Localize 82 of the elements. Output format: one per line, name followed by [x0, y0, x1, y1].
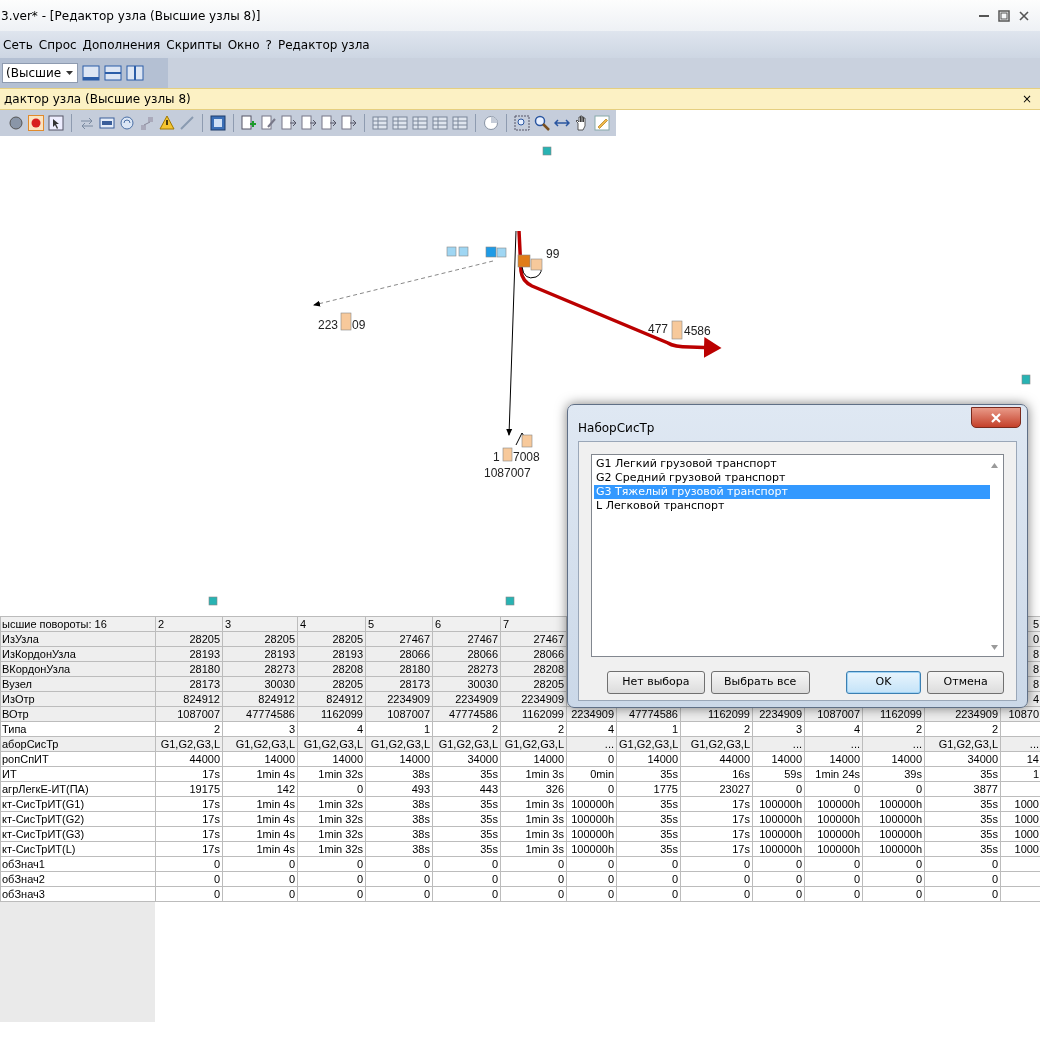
cursor-icon[interactable] [48, 115, 64, 131]
grid-icon[interactable] [392, 115, 408, 131]
node-square[interactable] [530, 258, 543, 271]
column-header: 7 [500, 616, 567, 632]
scroll-down-icon[interactable] [991, 645, 998, 650]
image-icon[interactable] [210, 115, 226, 131]
column-header: 4 [297, 616, 366, 632]
warning-icon[interactable] [159, 115, 175, 131]
node-square[interactable] [517, 254, 531, 268]
search-icon[interactable] [534, 115, 550, 131]
menu-item[interactable]: Сеть [0, 35, 36, 54]
node-square[interactable] [496, 247, 507, 258]
view-dropdown[interactable]: (Высшие [2, 63, 79, 83]
panel-icon[interactable] [99, 115, 115, 131]
dialog-title: НаборСисТр [578, 420, 655, 437]
node-square[interactable] [505, 596, 515, 606]
node-label: 7008 [513, 450, 540, 464]
node-square[interactable] [458, 246, 469, 257]
close-button[interactable]: × [1017, 90, 1036, 108]
node-square[interactable] [485, 246, 497, 258]
node-square[interactable] [446, 246, 457, 257]
dialog-button[interactable]: Нет выбора [607, 671, 705, 694]
close-icon [1019, 10, 1029, 21]
grid-icon[interactable] [412, 115, 428, 131]
node-label: 4586 [684, 324, 711, 338]
grid-icon[interactable] [432, 115, 448, 131]
minimize-icon [979, 14, 989, 17]
node-label: 1 [493, 450, 500, 464]
move-icon[interactable] [281, 115, 297, 131]
list-item[interactable]: G1 Легкий грузовой транспорт [594, 457, 990, 471]
move-icon[interactable] [341, 115, 357, 131]
column-header: 2 [155, 616, 223, 632]
dialog-button[interactable]: Отмена [927, 671, 1004, 694]
dialog-button[interactable]: Выбрать все [710, 671, 810, 694]
menu-item[interactable]: ? [262, 35, 275, 54]
grid-icon[interactable] [372, 115, 388, 131]
edit-icon[interactable] [261, 115, 277, 131]
node-label: 99 [546, 247, 560, 261]
maximize-button[interactable] [996, 7, 1012, 24]
refresh-icon[interactable] [119, 115, 135, 131]
close-icon [990, 411, 1002, 424]
document-tab[interactable]: дактор узла (Высшие узлы 8) [4, 90, 191, 108]
move-icon[interactable] [321, 115, 337, 131]
list-box[interactable]: G1 Легкий грузовой транспорт G2 Средний грузовой транспорт G3 Тяжелый грузовой транспорт L Легковой транспорт [591, 454, 1004, 657]
move-icon[interactable] [301, 115, 317, 131]
dialog-button[interactable]: OK [845, 671, 922, 694]
layout-icon[interactable] [104, 64, 123, 82]
add-icon[interactable] [241, 115, 257, 131]
grid-icon[interactable] [452, 115, 468, 131]
pie-icon[interactable] [483, 115, 499, 131]
node-square[interactable] [671, 320, 683, 340]
node-square[interactable] [502, 447, 513, 462]
node-square[interactable] [542, 146, 552, 156]
node-square[interactable] [1021, 374, 1031, 385]
node-label: 477 [648, 322, 669, 336]
record-icon[interactable] [28, 115, 44, 131]
layout-icon[interactable] [126, 64, 145, 82]
node-label: 223 [318, 318, 339, 332]
table-title: ысшие повороты: 16 [0, 616, 156, 632]
node-label: 09 [352, 318, 366, 332]
menu-item[interactable]: Редактор узла [274, 35, 373, 54]
menu-item[interactable]: Дополнения [79, 35, 164, 54]
list-item[interactable]: L Легковой транспорт [594, 499, 990, 513]
node-label: 1087007 [484, 466, 531, 480]
menu-item[interactable]: Спрос [35, 35, 80, 54]
node-square[interactable] [340, 312, 352, 331]
column-header: 6 [432, 616, 501, 632]
list-item[interactable]: G2 Средний грузовой транспорт [594, 471, 990, 485]
close-button[interactable] [971, 407, 1021, 428]
menu-item[interactable]: Окно [224, 35, 263, 54]
window-title: 3.ver* - [Редактор узла (Высшие узлы 8)] [0, 7, 261, 25]
node-square[interactable] [521, 434, 533, 448]
layout-icon[interactable] [82, 64, 101, 82]
zoom-area-icon[interactable] [514, 115, 530, 131]
scroll-up-icon[interactable] [991, 463, 998, 468]
column-header: 3 [222, 616, 298, 632]
maximize-icon [998, 9, 1010, 22]
column-header: 5 [365, 616, 433, 632]
node-square[interactable] [208, 596, 218, 606]
menu-item[interactable]: Скрипты [163, 35, 225, 54]
nodes-icon[interactable] [139, 115, 155, 131]
circle-icon[interactable] [8, 115, 24, 131]
